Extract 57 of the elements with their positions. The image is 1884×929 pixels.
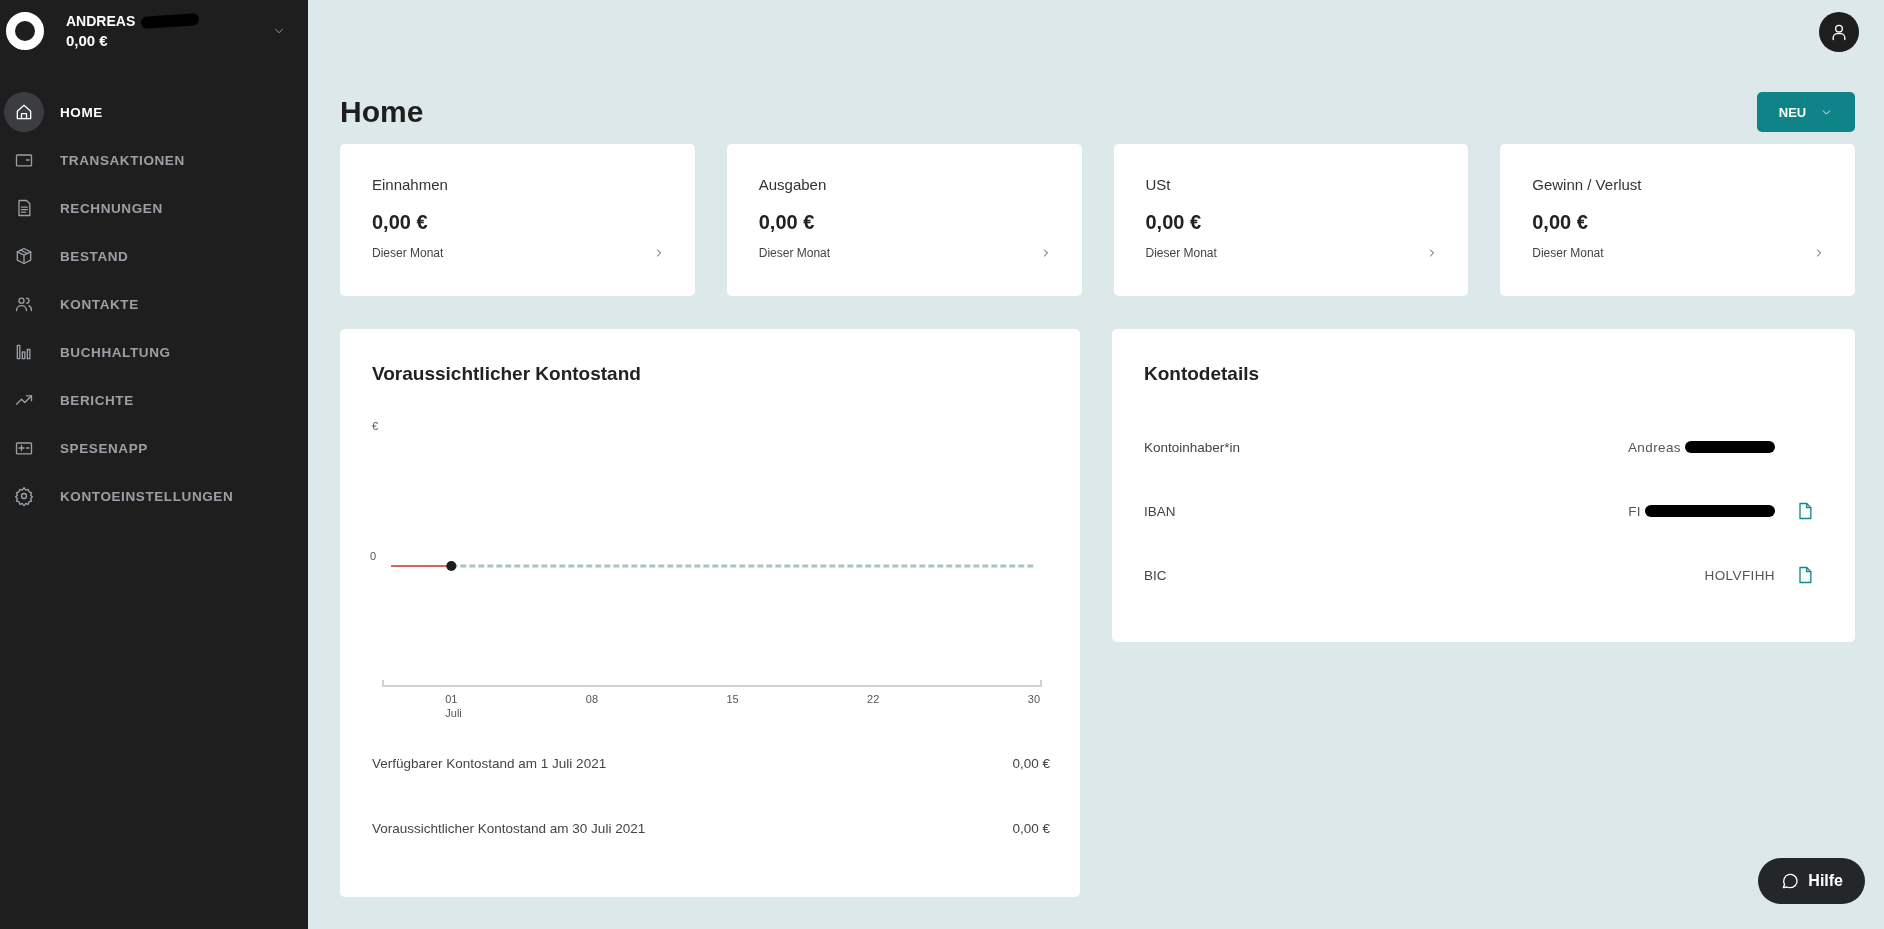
stat-period: Dieser Monat — [1145, 246, 1217, 260]
date-label: 30 — [1027, 693, 1041, 705]
date-label: 01 — [445, 693, 458, 705]
month-label: Juli — [445, 707, 462, 719]
logo[interactable] — [6, 12, 44, 50]
stat-card[interactable]: Ausgaben 0,00 € Dieser Monat — [726, 144, 1082, 296]
stat-card[interactable]: USt 0,00 € Dieser Monat — [1113, 144, 1469, 296]
date-label: 15 — [726, 693, 739, 705]
nav-item[interactable]: SPESENAPP — [0, 424, 308, 472]
page-title: Home — [340, 95, 424, 129]
axis-unit: € — [372, 420, 379, 432]
stat-period: Dieser Monat — [372, 246, 444, 260]
profile-button[interactable] — [1819, 12, 1859, 52]
stat-label: Gewinn / Verlust — [1532, 176, 1643, 193]
balance-label: Verfügbarer Kontostand am 1 Juli 2021 — [372, 756, 607, 771]
date-label: 08 — [585, 693, 599, 705]
date-label: 22 — [867, 693, 880, 705]
help-button[interactable]: Hilfe — [1758, 858, 1865, 904]
detail-label: Kontoinhaber*in — [1144, 439, 1242, 455]
account-name: ANDREAS — [66, 13, 136, 29]
new-button[interactable]: NEU — [1757, 92, 1855, 132]
nav-item[interactable]: RECHNUNGEN — [0, 184, 308, 232]
stat-label: Einnahmen — [372, 176, 449, 193]
nav-item[interactable]: TRANSAKTIONEN — [0, 136, 308, 184]
detail-label: BIC — [1144, 567, 1168, 583]
box-icon — [14, 246, 34, 266]
gear-icon — [14, 486, 34, 506]
stat-value: 0,00 € — [372, 211, 429, 234]
stat-label: USt — [1145, 176, 1172, 193]
stat-value: 0,00 € — [1532, 211, 1589, 234]
stat-card[interactable]: Gewinn / Verlust 0,00 € Dieser Monat — [1500, 144, 1855, 296]
detail-value: HOLVFIHH — [1704, 567, 1775, 583]
balance-amount: 0,00 € — [1012, 756, 1050, 771]
stat-period: Dieser Monat — [758, 246, 831, 260]
redaction-mark — [140, 13, 200, 29]
stat-value: 0,00 € — [758, 211, 816, 234]
card-title: Voraussichtlicher Kontostand — [372, 363, 642, 385]
card-title: Kontodetails — [1144, 363, 1261, 385]
balance-amount: 0,00 € — [1012, 821, 1050, 836]
nav-item[interactable]: KONTAKTE — [0, 280, 308, 328]
speech-bubble-icon — [1780, 871, 1801, 891]
stat-value: 0,00 € — [1145, 211, 1203, 234]
detail-value: Andreas — [1627, 439, 1681, 455]
account-balance: 0,00 € — [66, 32, 109, 49]
house-icon — [14, 102, 34, 122]
nav-item[interactable]: KONTOEINSTELLUNGEN — [0, 472, 308, 520]
nav-item[interactable]: BUCHHALTUNG — [0, 328, 308, 376]
zero-label: 0 — [370, 550, 377, 562]
balance-label: Voraussichtlicher Kontostand am 30 Juli 2021 — [372, 821, 646, 836]
nav-item[interactable]: BESTAND — [0, 232, 308, 280]
nav-item[interactable]: BERICHTE — [0, 376, 308, 424]
stat-card[interactable]: Einnahmen 0,00 € Dieser Monat — [340, 144, 695, 296]
detail-value: FI — [1628, 503, 1641, 519]
stat-label: Ausgaben — [758, 176, 828, 193]
stat-period: Dieser Monat — [1532, 246, 1604, 260]
detail-label: IBAN — [1144, 503, 1177, 519]
nav-item[interactable]: HOME — [0, 88, 308, 136]
